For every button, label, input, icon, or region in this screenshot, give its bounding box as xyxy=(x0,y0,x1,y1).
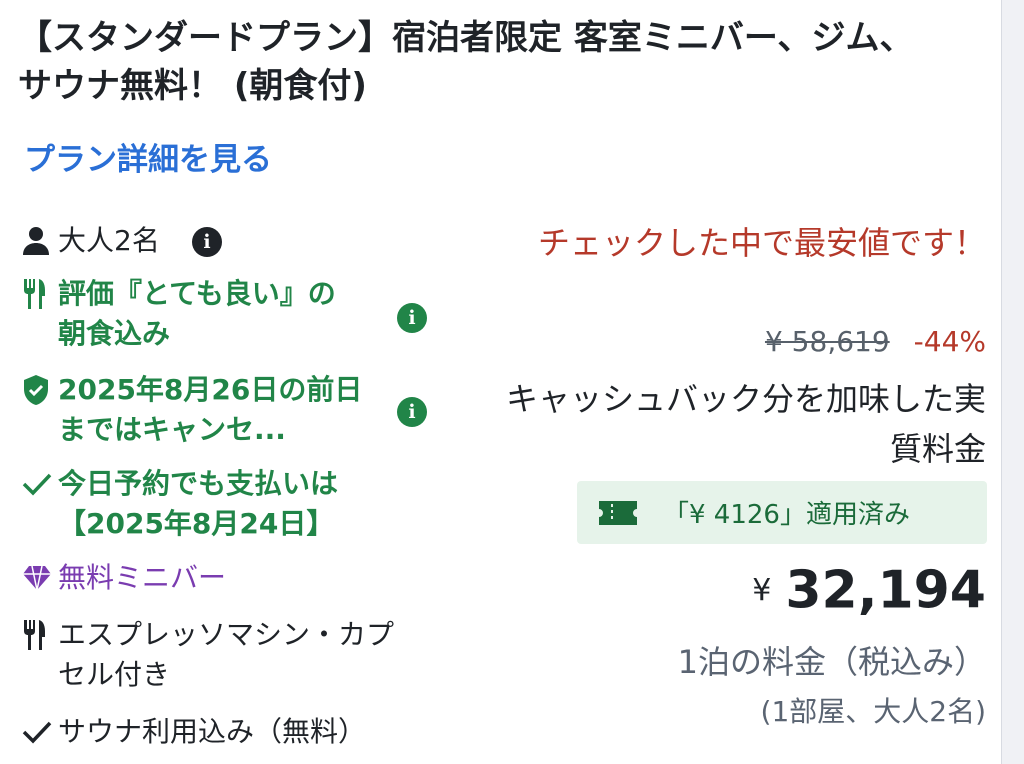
feature-text: サウナ利用込み（無料） xyxy=(58,715,367,748)
feature-guests: 大人2名 xyxy=(22,221,160,261)
feature-text: 2025年8月26日の前日まではキャンセ... xyxy=(58,373,363,446)
guests-info-icon[interactable]: i xyxy=(192,227,222,257)
person-icon xyxy=(22,221,58,261)
price-amount: 32,194 xyxy=(785,560,986,621)
feature-text: 今日予約でも支払いは【2025年8月24日】 xyxy=(58,467,339,540)
feature-cancellation: 2025年8月26日の前日まではキャンセ... xyxy=(22,370,388,450)
breakfast-info-icon[interactable]: i xyxy=(397,303,427,333)
currency-symbol: ¥ xyxy=(752,572,772,608)
feature-minibar: 無料ミニバー xyxy=(22,558,226,598)
feature-text: 大人2名 xyxy=(58,224,160,257)
scroll-edge xyxy=(1001,0,1024,764)
plan-details-link[interactable]: プラン詳細を見る xyxy=(24,140,272,180)
cutlery-icon xyxy=(22,615,58,655)
discount-percent: -44% xyxy=(913,325,986,358)
feature-espresso: エスプレッソマシン・カプセル付き xyxy=(22,615,398,695)
occupancy-label: (1部屋、大人2名) xyxy=(760,695,986,728)
original-price: ¥ 58,619 xyxy=(764,325,890,358)
per-night-label: 1泊の料金（税込み） xyxy=(677,643,986,681)
feature-text: 評価『とても良い』の朝食込み xyxy=(58,277,336,350)
plan-title: 【スタンダードプラン】宿泊者限定 客室ミニバー、ジム、サウナ無料！ (朝食付) xyxy=(18,18,914,106)
ticket-icon xyxy=(599,500,637,525)
feature-breakfast: 評価『とても良い』の朝食込み xyxy=(22,274,358,354)
cancellation-info-icon[interactable]: i xyxy=(397,397,427,427)
checkmark-icon xyxy=(22,464,58,504)
shield-check-icon xyxy=(22,370,58,410)
feature-sauna: サウナ利用込み（無料） xyxy=(22,712,366,752)
feature-text: 無料ミニバー xyxy=(58,561,227,594)
cutlery-icon xyxy=(22,274,58,314)
checkmark-icon xyxy=(22,712,58,752)
feature-text: エスプレッソマシン・カプセル付き xyxy=(58,618,395,691)
cashback-note: キャッシュバック分を加味した実質料金 xyxy=(506,380,987,468)
original-price-row: ¥ 58,619 -44% xyxy=(765,322,986,362)
diamond-icon xyxy=(22,558,58,598)
cashback-badge-text: 「¥ 4126」適用済み xyxy=(663,500,910,530)
price: ¥32,194 xyxy=(752,560,986,621)
cashback-badge: 「¥ 4126」適用済み xyxy=(577,481,987,544)
cheapest-note: チェックした中で最安値です！ xyxy=(537,224,986,262)
feature-payment: 今日予約でも支払いは【2025年8月24日】 xyxy=(22,464,398,544)
